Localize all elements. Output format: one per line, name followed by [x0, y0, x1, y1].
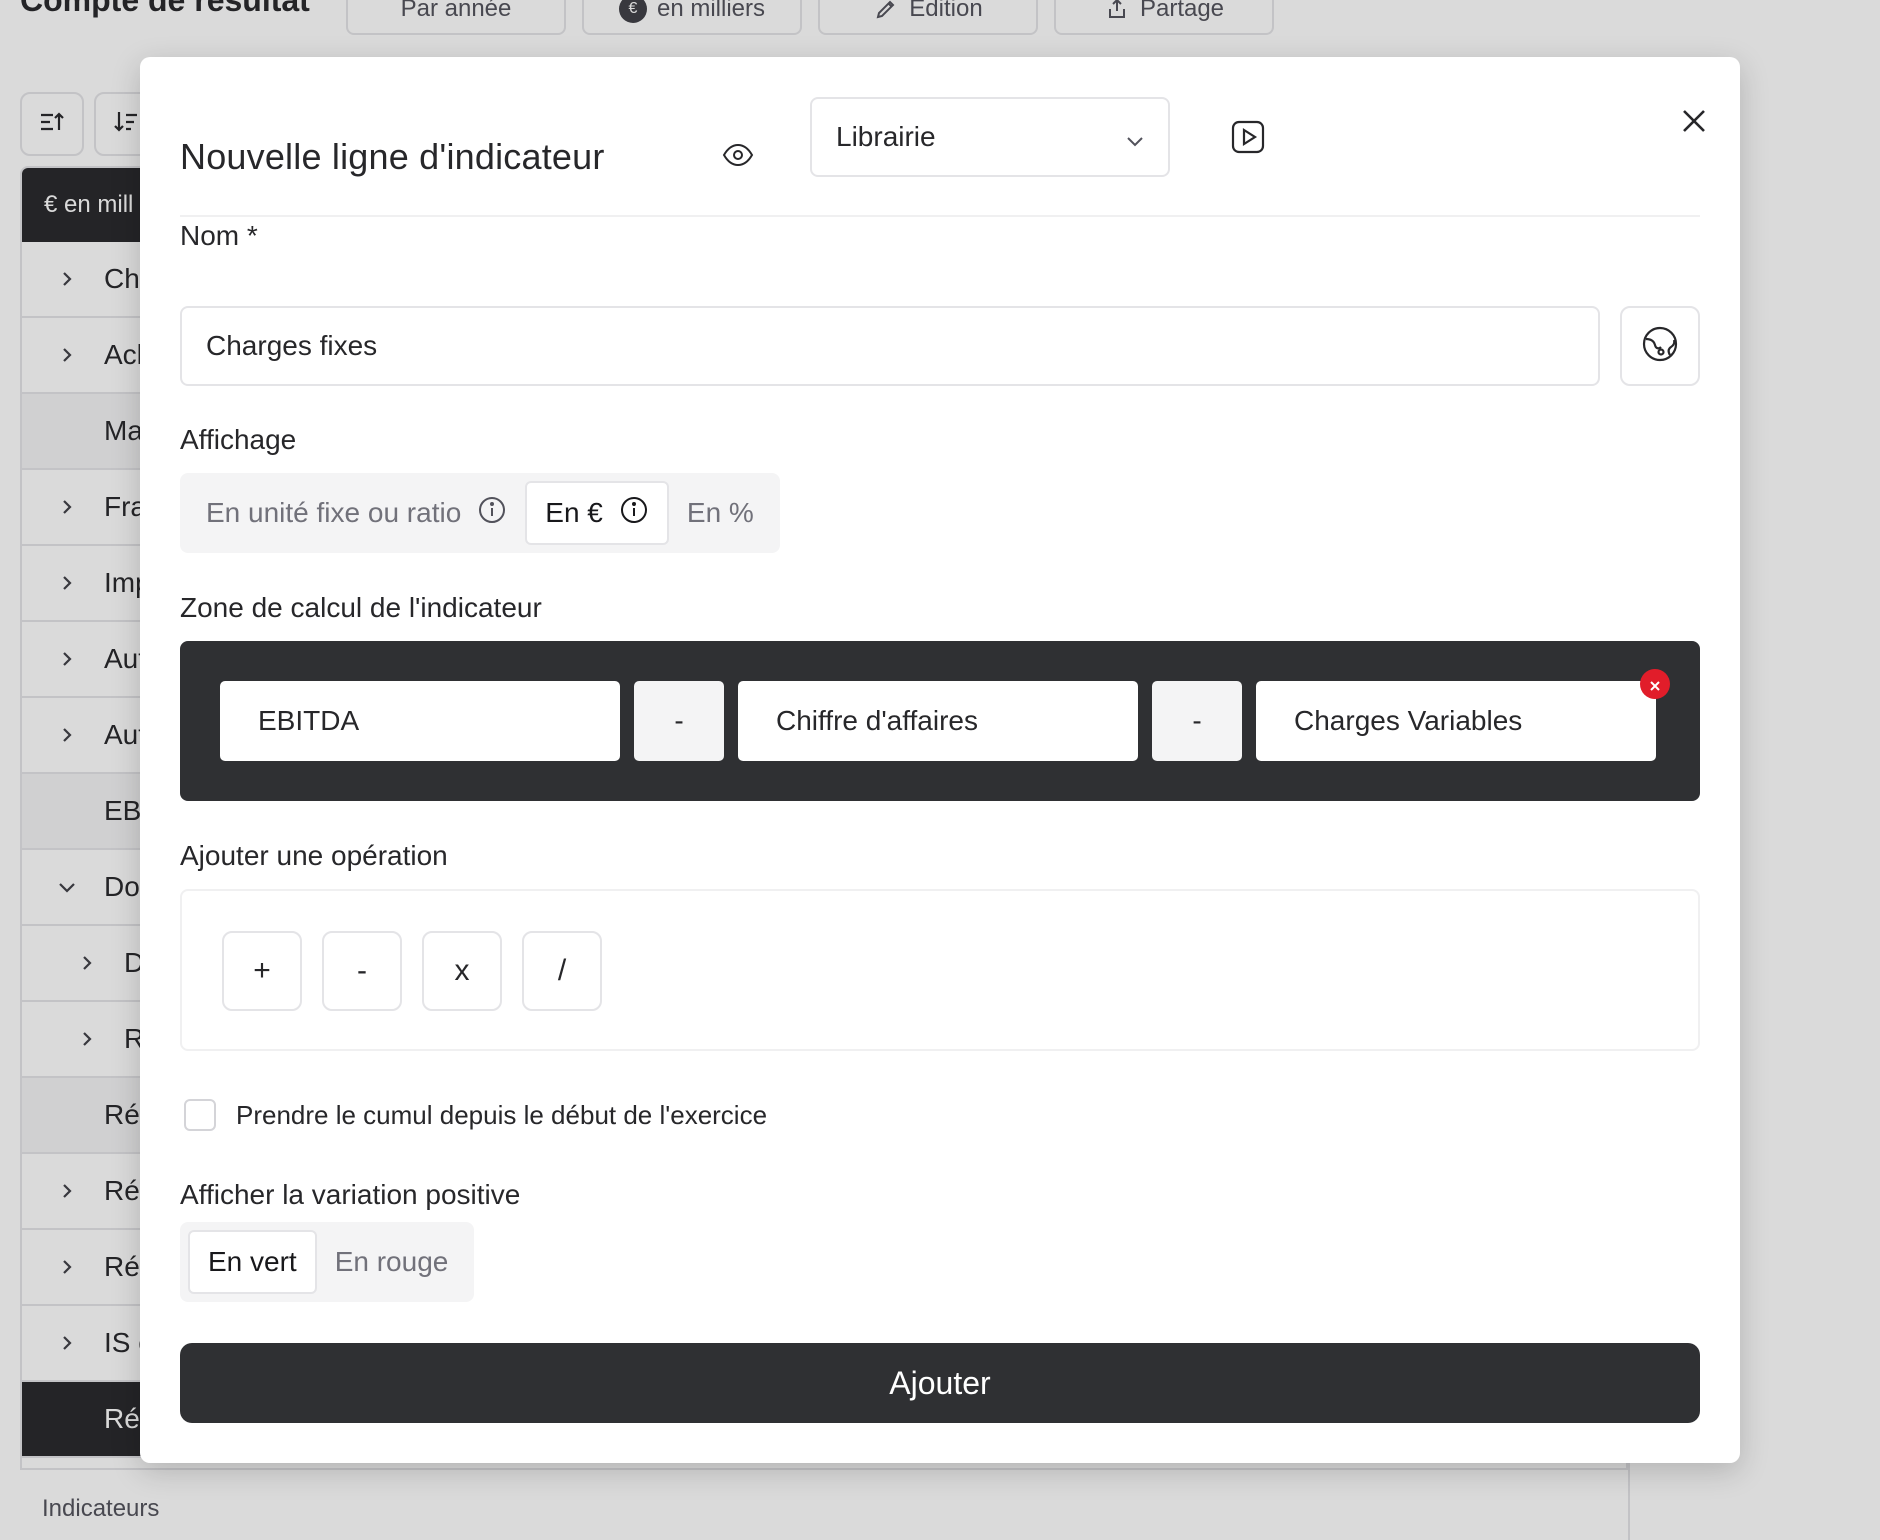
operator-label: -	[357, 954, 367, 987]
calc-token-label: Chiffre d'affaires	[776, 705, 978, 736]
calc-token-revenue[interactable]: Chiffre d'affaires	[738, 681, 1138, 761]
positive-variation-segmented-control: En vert En rouge	[180, 1222, 475, 1302]
eye-icon	[722, 139, 754, 176]
calc-operator-minus[interactable]: -	[634, 681, 724, 761]
cumulative-checkbox[interactable]	[184, 1099, 216, 1131]
add-plus-button[interactable]: +	[222, 931, 302, 1011]
display-segmented-control: En unité fixe ou ratio En € En %	[180, 473, 780, 553]
add-operation-label: Ajouter une opération	[180, 840, 448, 871]
calc-operator-label: -	[674, 705, 684, 736]
display-option-unit-label: En unité fixe ou ratio	[206, 497, 462, 528]
calc-zone-label: Zone de calcul de l'indicateur	[180, 592, 542, 623]
display-option-euro[interactable]: En €	[525, 481, 669, 545]
add-divide-button[interactable]: /	[522, 931, 602, 1011]
close-button[interactable]	[1674, 103, 1714, 143]
calc-token-label: Charges Variables	[1294, 705, 1523, 736]
variation-option-red-label: En rouge	[334, 1246, 449, 1277]
calc-token-variable-costs[interactable]: Charges Variables	[1256, 669, 1670, 761]
calc-operator-minus[interactable]: -	[1152, 681, 1242, 761]
display-option-euro-label: En €	[545, 497, 603, 528]
new-indicator-modal: Nouvelle ligne d'indicateur Librairie No…	[140, 57, 1740, 1463]
name-label: Nom *	[180, 220, 258, 251]
close-icon	[1679, 106, 1709, 141]
add-multiply-button[interactable]: x	[422, 931, 502, 1011]
info-icon	[619, 495, 649, 532]
operator-label: /	[557, 954, 567, 987]
add-minus-button[interactable]: -	[322, 931, 402, 1011]
library-select[interactable]: Librairie	[810, 97, 1170, 177]
variation-option-green[interactable]: En vert	[188, 1230, 317, 1294]
info-icon	[477, 495, 507, 532]
calc-token-label: EBITDA	[258, 705, 360, 736]
library-select-value: Librairie	[836, 121, 936, 152]
operators-panel: + - x /	[180, 889, 1700, 1051]
positive-variation-label: Afficher la variation positive	[180, 1179, 521, 1210]
preview-toggle[interactable]	[714, 133, 762, 181]
display-label: Affichage	[180, 424, 297, 455]
display-option-percent-label: En %	[686, 497, 754, 528]
globe-icon	[1640, 324, 1680, 369]
add-button[interactable]: Ajouter	[180, 1343, 1700, 1423]
video-tutorial-button[interactable]	[1228, 119, 1268, 159]
display-option-percent[interactable]: En %	[669, 481, 772, 545]
modal-title: Nouvelle ligne d'indicateur	[180, 136, 605, 177]
translate-button[interactable]	[1620, 306, 1700, 386]
operator-label: +	[253, 954, 271, 987]
calc-operator-label: -	[1192, 705, 1202, 736]
add-button-label: Ajouter	[889, 1364, 991, 1401]
modal-header: Nouvelle ligne d'indicateur Librairie	[180, 97, 1705, 217]
cumulative-option: Prendre le cumul depuis le début de l'ex…	[184, 1097, 767, 1133]
calc-zone[interactable]: EBITDA - Chiffre d'affaires - Charges Va…	[180, 641, 1700, 801]
variation-option-green-label: En vert	[208, 1246, 297, 1277]
name-input-value: Charges fixes	[206, 330, 378, 361]
name-input[interactable]: Charges fixes	[180, 306, 1600, 386]
remove-token-button[interactable]	[1640, 669, 1670, 699]
operator-label: x	[454, 954, 470, 987]
display-option-unit[interactable]: En unité fixe ou ratio	[188, 481, 525, 545]
play-icon	[1230, 119, 1266, 160]
variation-option-red[interactable]: En rouge	[317, 1230, 467, 1294]
calc-token-ebitda[interactable]: EBITDA	[220, 681, 620, 761]
cumulative-label[interactable]: Prendre le cumul depuis le début de l'ex…	[236, 1100, 767, 1131]
chevron-down-icon	[1124, 127, 1146, 159]
close-icon	[1648, 668, 1662, 700]
